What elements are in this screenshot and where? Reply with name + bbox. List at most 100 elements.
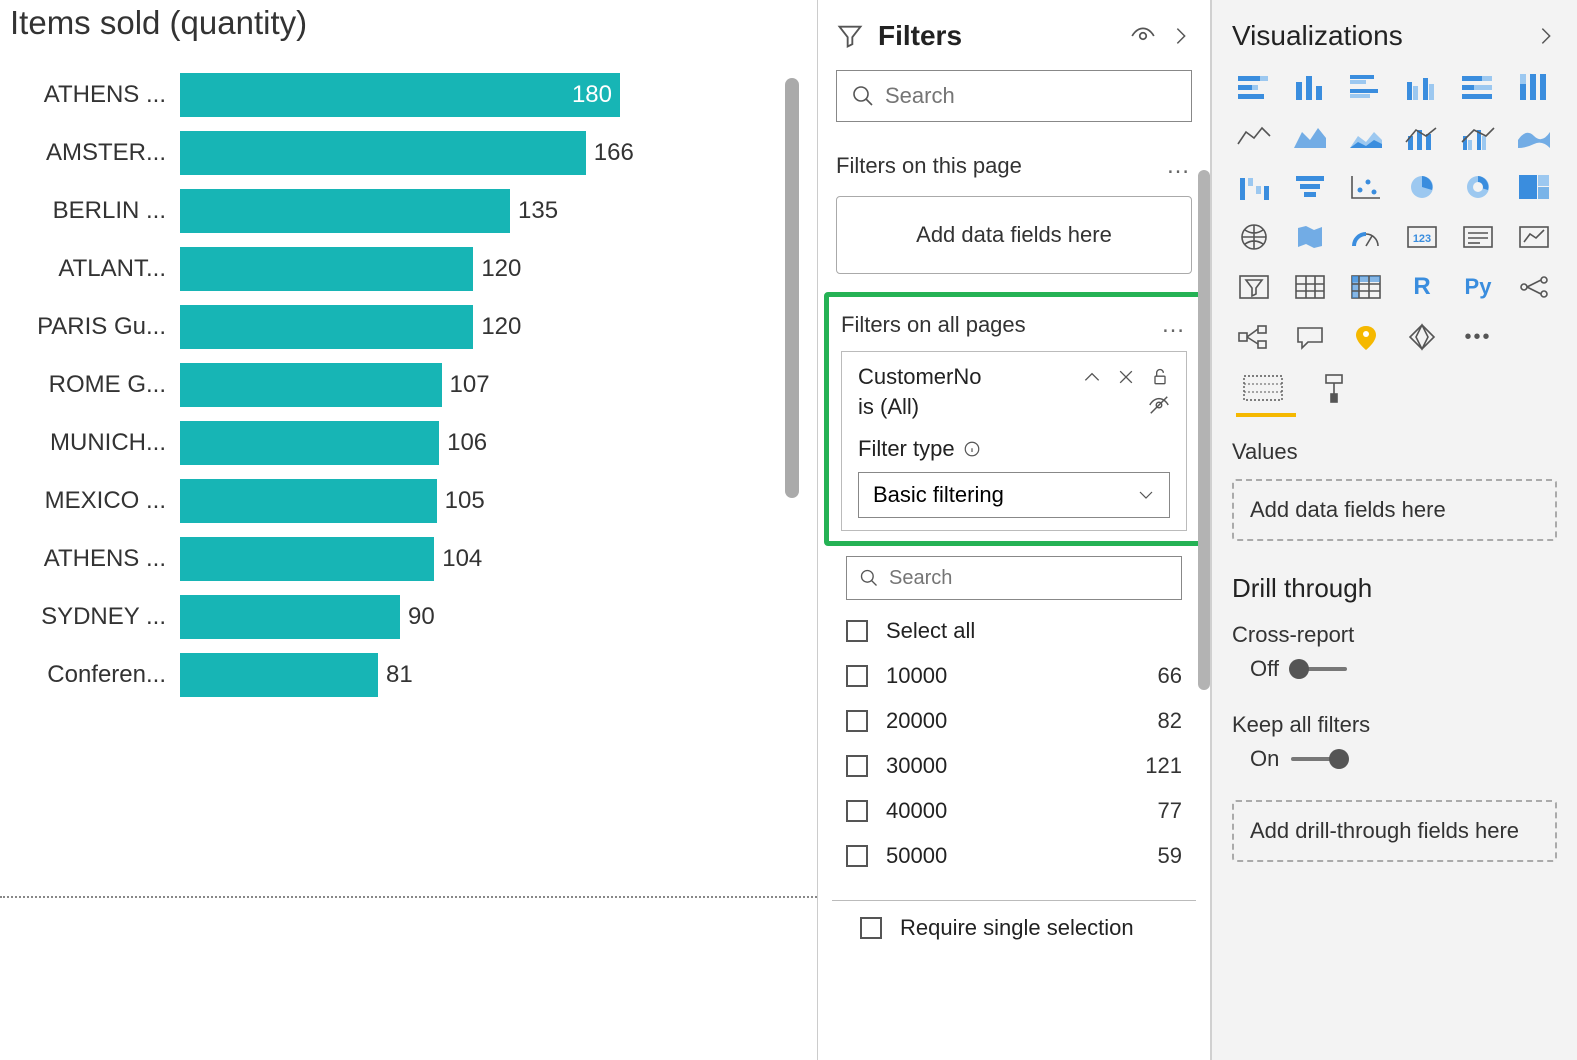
values-well[interactable]: Add data fields here (1232, 479, 1557, 541)
checkbox[interactable] (860, 917, 882, 939)
checkbox[interactable] (846, 665, 868, 687)
chart-scrollbar[interactable] (785, 78, 799, 718)
viz-pie-icon[interactable] (1400, 168, 1444, 206)
viz-key-influencers-icon[interactable] (1512, 268, 1556, 306)
filters-scrollbar[interactable] (1198, 160, 1210, 1000)
filter-option[interactable]: 4000077 (846, 788, 1182, 833)
viz-funnel-icon[interactable] (1288, 168, 1332, 206)
checkbox[interactable] (846, 800, 868, 822)
checkbox[interactable] (846, 620, 868, 642)
viz-power-apps-icon[interactable] (1400, 318, 1444, 356)
filter-type-label: Filter type (858, 436, 955, 462)
bar-row[interactable]: ATLANT...120 (10, 240, 817, 298)
viz-100-stacked-bar-icon[interactable] (1456, 68, 1500, 106)
chevron-right-icon[interactable] (1535, 25, 1557, 47)
bar-row[interactable]: ATHENS ...104 (10, 530, 817, 588)
viz-waterfall-icon[interactable] (1232, 168, 1276, 206)
viz-stacked-bar-icon[interactable] (1232, 68, 1276, 106)
filter-values-search[interactable] (846, 556, 1182, 600)
filter-option-count: 77 (1158, 798, 1182, 824)
bar-row[interactable]: PARIS Gu...120 (10, 298, 817, 356)
filter-option-label: 30000 (886, 753, 1145, 779)
close-icon[interactable] (1116, 367, 1136, 387)
viz-table-icon[interactable] (1288, 268, 1332, 306)
drill-through-label: Drill through (1212, 555, 1577, 616)
viz-line-clustered-column-icon[interactable] (1456, 118, 1500, 156)
format-tab-icon[interactable] (1318, 372, 1350, 409)
eye-icon[interactable] (1130, 23, 1156, 49)
viz-more-icon[interactable]: ••• (1456, 318, 1500, 356)
filter-option[interactable]: 2000082 (846, 698, 1182, 743)
viz-py-icon[interactable]: Py (1456, 268, 1500, 306)
filter-option[interactable]: 1000066 (846, 653, 1182, 698)
viz-decomposition-tree-icon[interactable] (1232, 318, 1276, 356)
lock-icon[interactable] (1150, 367, 1170, 387)
info-icon[interactable] (963, 440, 981, 458)
bar-row[interactable]: SYDNEY ...90 (10, 588, 817, 646)
filters-search-input[interactable] (885, 83, 1177, 109)
viz-scatter-icon[interactable] (1344, 168, 1388, 206)
viz-multi-row-card-icon[interactable] (1456, 218, 1500, 256)
filter-option-select-all[interactable]: Select all (846, 608, 1182, 653)
eye-off-icon[interactable] (1148, 394, 1170, 416)
require-single-selection[interactable]: Require single selection (832, 900, 1196, 941)
filters-scroll-thumb[interactable] (1198, 170, 1210, 690)
chevron-up-icon[interactable] (1082, 367, 1102, 387)
viz-clustered-column-icon[interactable] (1400, 68, 1444, 106)
viz-card-icon[interactable]: 123 (1400, 218, 1444, 256)
viz-area-icon[interactable] (1288, 118, 1332, 156)
filters-all-title: Filters on all pages (841, 312, 1026, 338)
bar-row[interactable]: MUNICH...106 (10, 414, 817, 472)
filters-all-section-header[interactable]: Filters on all pages … (829, 297, 1199, 345)
bar-row[interactable]: AMSTER...166 (10, 124, 817, 182)
bar-category-label: SYDNEY ... (10, 603, 180, 631)
viz-gauge-icon[interactable] (1344, 218, 1388, 256)
viz-qa-icon[interactable] (1288, 318, 1332, 356)
more-icon[interactable]: … (1161, 311, 1187, 339)
fields-tab-icon[interactable] (1242, 372, 1284, 409)
bar-row[interactable]: Conferen...81 (10, 646, 817, 704)
viz-ribbon-icon[interactable] (1512, 118, 1556, 156)
keep-filters-label: Keep all filters (1232, 712, 1557, 738)
viz-matrix-icon[interactable] (1344, 268, 1388, 306)
viz-donut-icon[interactable] (1456, 168, 1500, 206)
viz-slicer-icon[interactable] (1232, 268, 1276, 306)
bar-row[interactable]: BERLIN ...135 (10, 182, 817, 240)
checkbox[interactable] (846, 845, 868, 867)
chevron-down-icon (1137, 486, 1155, 504)
viz-100-stacked-column-icon[interactable] (1512, 68, 1556, 106)
bar-row[interactable]: ATHENS ...180 (10, 66, 817, 124)
viz-kpi-icon[interactable] (1512, 218, 1556, 256)
viz-line-column-icon[interactable] (1400, 118, 1444, 156)
more-icon[interactable]: … (1166, 152, 1192, 180)
filter-option[interactable]: 5000059 (846, 833, 1182, 878)
filter-option[interactable]: 30000121 (846, 743, 1182, 788)
keep-filters-toggle[interactable]: On (1232, 746, 1347, 772)
viz-clustered-bar-icon[interactable] (1344, 68, 1388, 106)
checkbox[interactable] (846, 710, 868, 732)
viz-arcgis-icon[interactable] (1344, 318, 1388, 356)
viz-line-icon[interactable] (1232, 118, 1276, 156)
filter-type-dropdown[interactable]: Basic filtering (858, 472, 1170, 518)
filter-values-search-input[interactable] (889, 567, 1169, 590)
chart-plot-area[interactable]: ATHENS ...180AMSTER...166BERLIN ...135AT… (0, 66, 817, 786)
checkbox[interactable] (846, 755, 868, 777)
viz-treemap-icon[interactable] (1512, 168, 1556, 206)
viz-filled-map-icon[interactable] (1288, 218, 1332, 256)
bar-row[interactable]: MEXICO ...105 (10, 472, 817, 530)
viz-stacked-column-icon[interactable] (1288, 68, 1332, 106)
viz-stacked-area-icon[interactable] (1344, 118, 1388, 156)
bar-fill (180, 421, 439, 465)
chart-title: Items sold (quantity) (0, 0, 817, 66)
bar-value: 104 (434, 545, 482, 573)
chart-scroll-thumb[interactable] (785, 78, 799, 498)
cross-report-toggle[interactable]: Off (1232, 656, 1347, 682)
chevron-right-icon[interactable] (1170, 25, 1192, 47)
filters-search[interactable] (836, 70, 1192, 122)
drill-through-well[interactable]: Add drill-through fields here (1232, 800, 1557, 862)
bar-row[interactable]: ROME G...107 (10, 356, 817, 414)
filters-page-section-header[interactable]: Filters on this page … (818, 136, 1210, 196)
viz-map-icon[interactable] (1232, 218, 1276, 256)
filters-page-well[interactable]: Add data fields here (836, 196, 1192, 274)
viz-r-icon[interactable]: R (1400, 268, 1444, 306)
